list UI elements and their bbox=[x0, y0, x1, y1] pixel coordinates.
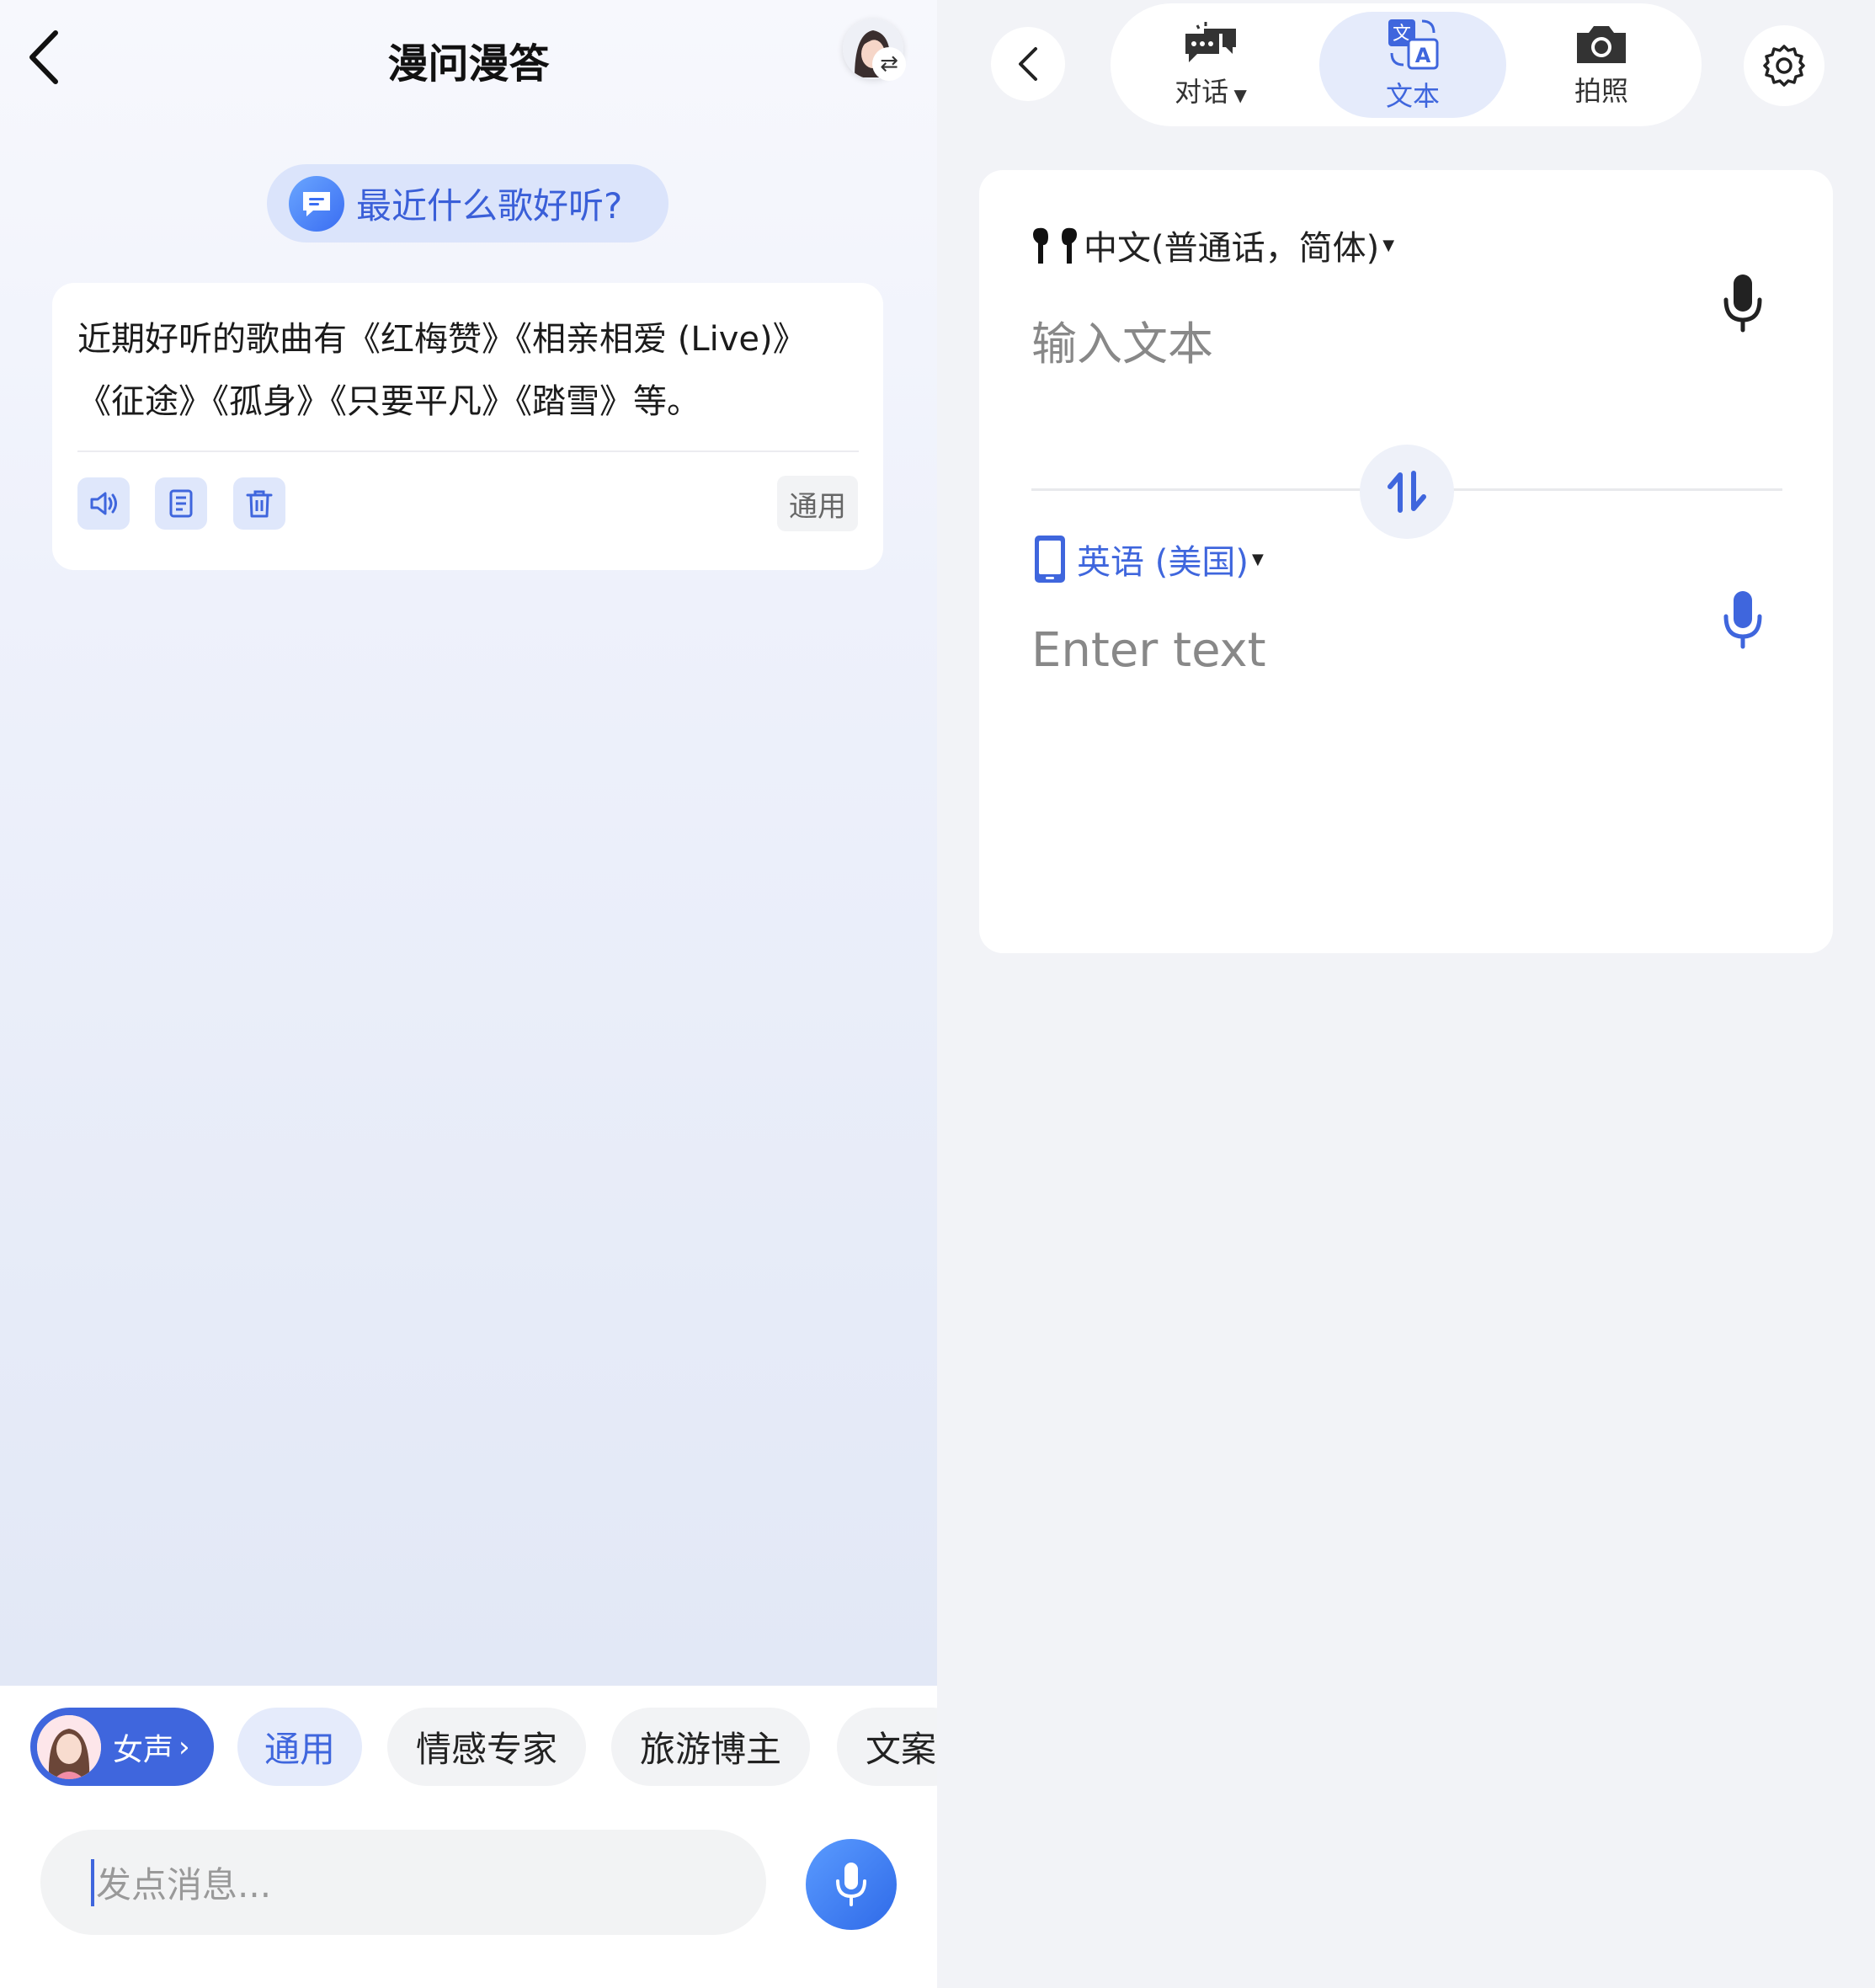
voice-selector[interactable]: 女声 › bbox=[30, 1708, 214, 1786]
caret-down-icon: ▼ bbox=[1251, 550, 1264, 568]
answer-card: 近期好听的歌曲有《红梅赞》《相亲相爱 (Live)》 《征途》《孤身》《只要平凡… bbox=[52, 283, 883, 570]
chevron-right-icon: › bbox=[178, 1730, 190, 1764]
mode-tabs: 对话 ▼ 文 A 文本 拍照 bbox=[1111, 3, 1702, 126]
answer-line: 近期好听的歌曲有《红梅赞》《相亲相爱 (Live)》 bbox=[77, 320, 807, 359]
source-mic-button[interactable] bbox=[1716, 269, 1770, 337]
chip-emotion-expert[interactable]: 情感专家 bbox=[387, 1708, 586, 1786]
translation-card: 中文(普通话，简体) ▼ 输入文本 英语 (美国) ▼ Enter text bbox=[979, 170, 1833, 953]
voice-label: 女声 bbox=[113, 1732, 174, 1767]
settings-button[interactable] bbox=[1744, 25, 1824, 106]
divider bbox=[77, 450, 859, 452]
message-placeholder: 发点消息... bbox=[96, 1864, 272, 1905]
answer-line: 《征途》《孤身》《只要平凡》《踏雪》等。 bbox=[77, 382, 700, 421]
chat-panel: 漫问漫答 ⇄ 最近什么歌好听? 近期好听的歌曲有《红梅赞》《相亲相爱 (Live… bbox=[0, 0, 937, 1988]
tab-photo[interactable]: 拍照 bbox=[1508, 12, 1695, 118]
tab-label: 拍照 bbox=[1574, 75, 1628, 107]
chevron-left-icon bbox=[1019, 47, 1037, 81]
translate-text-icon: 文 A bbox=[1388, 19, 1439, 70]
svg-text:A: A bbox=[1415, 44, 1431, 67]
conversation-icon bbox=[1185, 22, 1236, 62]
source-language: 中文(普通话，简体) bbox=[1084, 229, 1380, 268]
message-input[interactable]: 发点消息... bbox=[40, 1830, 766, 1935]
translator-panel: 对话 ▼ 文 A 文本 拍照 中文(普通话，简体) ▼ 输入文本 英语 (美国)… bbox=[937, 0, 1875, 1988]
source-text-input[interactable]: 输入文本 bbox=[1031, 306, 1213, 373]
question-text: 最近什么歌好听? bbox=[356, 185, 623, 227]
source-language-selector[interactable]: 中文(普通话，简体) ▼ bbox=[1031, 221, 1394, 269]
camera-icon bbox=[1577, 26, 1626, 63]
chip-travel-blogger[interactable]: 旅游博主 bbox=[611, 1708, 810, 1786]
earbuds-icon bbox=[1033, 227, 1077, 264]
speaker-icon bbox=[90, 492, 117, 515]
suggested-question[interactable]: 最近什么歌好听? bbox=[267, 164, 669, 243]
voice-avatar bbox=[37, 1714, 101, 1779]
answer-text: 近期好听的歌曲有《红梅赞》《相亲相爱 (Live)》 《征途》《孤身》《只要平凡… bbox=[77, 308, 860, 433]
chip-copywriting[interactable]: 文案 bbox=[837, 1708, 937, 1786]
chat-bubble-icon bbox=[289, 175, 344, 232]
voice-input-button[interactable] bbox=[806, 1839, 897, 1930]
trash-icon bbox=[246, 490, 273, 518]
target-text-input[interactable]: Enter text bbox=[1031, 623, 1266, 678]
microphone-icon bbox=[1723, 591, 1762, 649]
gear-icon bbox=[1763, 45, 1805, 87]
tab-label: 文本 bbox=[1385, 80, 1440, 112]
swap-vertical-icon bbox=[1388, 471, 1426, 513]
target-language-selector[interactable]: 英语 (美国) ▼ bbox=[1031, 534, 1264, 584]
back-button[interactable] bbox=[991, 27, 1065, 101]
page-title: 漫问漫答 bbox=[387, 40, 550, 88]
copy-icon bbox=[169, 489, 193, 518]
swap-languages-button[interactable] bbox=[1360, 445, 1454, 539]
chip-general[interactable]: 通用 bbox=[237, 1708, 362, 1786]
role-tag: 通用 bbox=[777, 476, 858, 531]
delete-button[interactable] bbox=[233, 477, 285, 530]
caret-down-icon: ▼ bbox=[1228, 85, 1247, 105]
caret-down-icon: ▼ bbox=[1382, 236, 1395, 254]
phone-icon bbox=[1035, 536, 1065, 583]
tab-conversation[interactable]: 对话 ▼ bbox=[1117, 12, 1304, 118]
tab-label: 对话 ▼ bbox=[1175, 76, 1247, 108]
tab-text[interactable]: 文 A 文本 bbox=[1319, 12, 1506, 118]
read-aloud-button[interactable] bbox=[77, 477, 130, 530]
target-mic-button[interactable] bbox=[1716, 586, 1770, 653]
copy-button[interactable] bbox=[155, 477, 207, 530]
microphone-icon bbox=[1723, 274, 1762, 333]
bottom-bar: 女声 › 通用 情感专家 旅游博主 文案 发点消息... bbox=[0, 1686, 937, 1988]
text-caret bbox=[91, 1858, 94, 1906]
microphone-icon bbox=[836, 1863, 866, 1906]
swap-avatar-icon[interactable]: ⇄ bbox=[872, 47, 906, 81]
target-language: 英语 (美国) bbox=[1077, 543, 1249, 582]
